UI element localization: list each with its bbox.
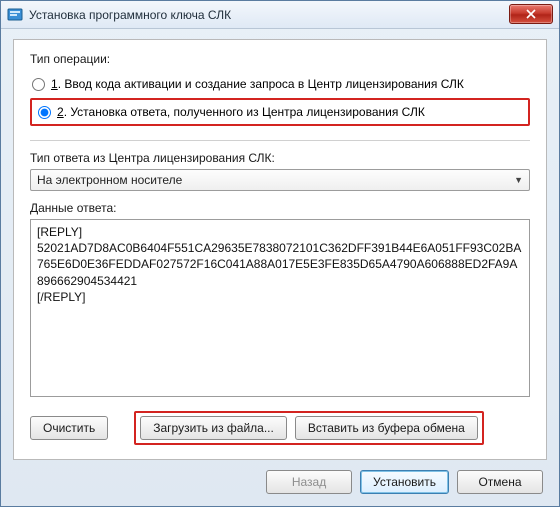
divider [30, 140, 530, 141]
cancel-button[interactable]: Отмена [457, 470, 543, 494]
dialog-window: Установка программного ключа СЛК Тип опе… [0, 0, 560, 507]
radio-option-2-label: 2. Установка ответа, полученного из Цент… [57, 105, 425, 119]
response-type-label: Тип ответа из Центра лицензирования СЛК: [30, 151, 530, 165]
radio-option-2[interactable] [38, 106, 51, 119]
window-title: Установка программного ключа СЛК [29, 8, 231, 22]
app-icon [7, 7, 23, 23]
highlight-load-buttons: Загрузить из файла... Вставить из буфера… [134, 411, 484, 445]
install-button[interactable]: Установить [360, 470, 449, 494]
highlight-option-2: 2. Установка ответа, полученного из Цент… [30, 98, 530, 126]
response-type-selected: На электронном носителе [37, 173, 182, 187]
clear-button[interactable]: Очистить [30, 416, 108, 440]
radio-option-1-label: 1. Ввод кода активации и создание запрос… [51, 77, 464, 91]
load-from-file-button[interactable]: Загрузить из файла... [140, 416, 287, 440]
back-button[interactable]: Назад [266, 470, 352, 494]
client-area: Тип операции: 1. Ввод кода активации и с… [1, 29, 559, 506]
operation-option-1[interactable]: 1. Ввод кода активации и создание запрос… [30, 74, 530, 94]
titlebar: Установка программного ключа СЛК [1, 1, 559, 29]
paste-from-clipboard-button[interactable]: Вставить из буфера обмена [295, 416, 478, 440]
operation-option-2[interactable]: 2. Установка ответа, полученного из Цент… [36, 102, 524, 122]
operation-type-label: Тип операции: [30, 52, 530, 66]
response-data-label: Данные ответа: [30, 201, 530, 215]
close-button[interactable] [509, 4, 553, 24]
main-panel: Тип операции: 1. Ввод кода активации и с… [13, 39, 547, 460]
radio-option-1[interactable] [32, 78, 45, 91]
response-data-textarea[interactable] [30, 219, 530, 397]
footer-button-row: Назад Установить Отмена [13, 460, 547, 496]
panel-button-row: Очистить Загрузить из файла... Вставить … [30, 411, 530, 445]
response-type-dropdown[interactable]: На электронном носителе ▼ [30, 169, 530, 191]
chevron-down-icon: ▼ [514, 175, 523, 185]
